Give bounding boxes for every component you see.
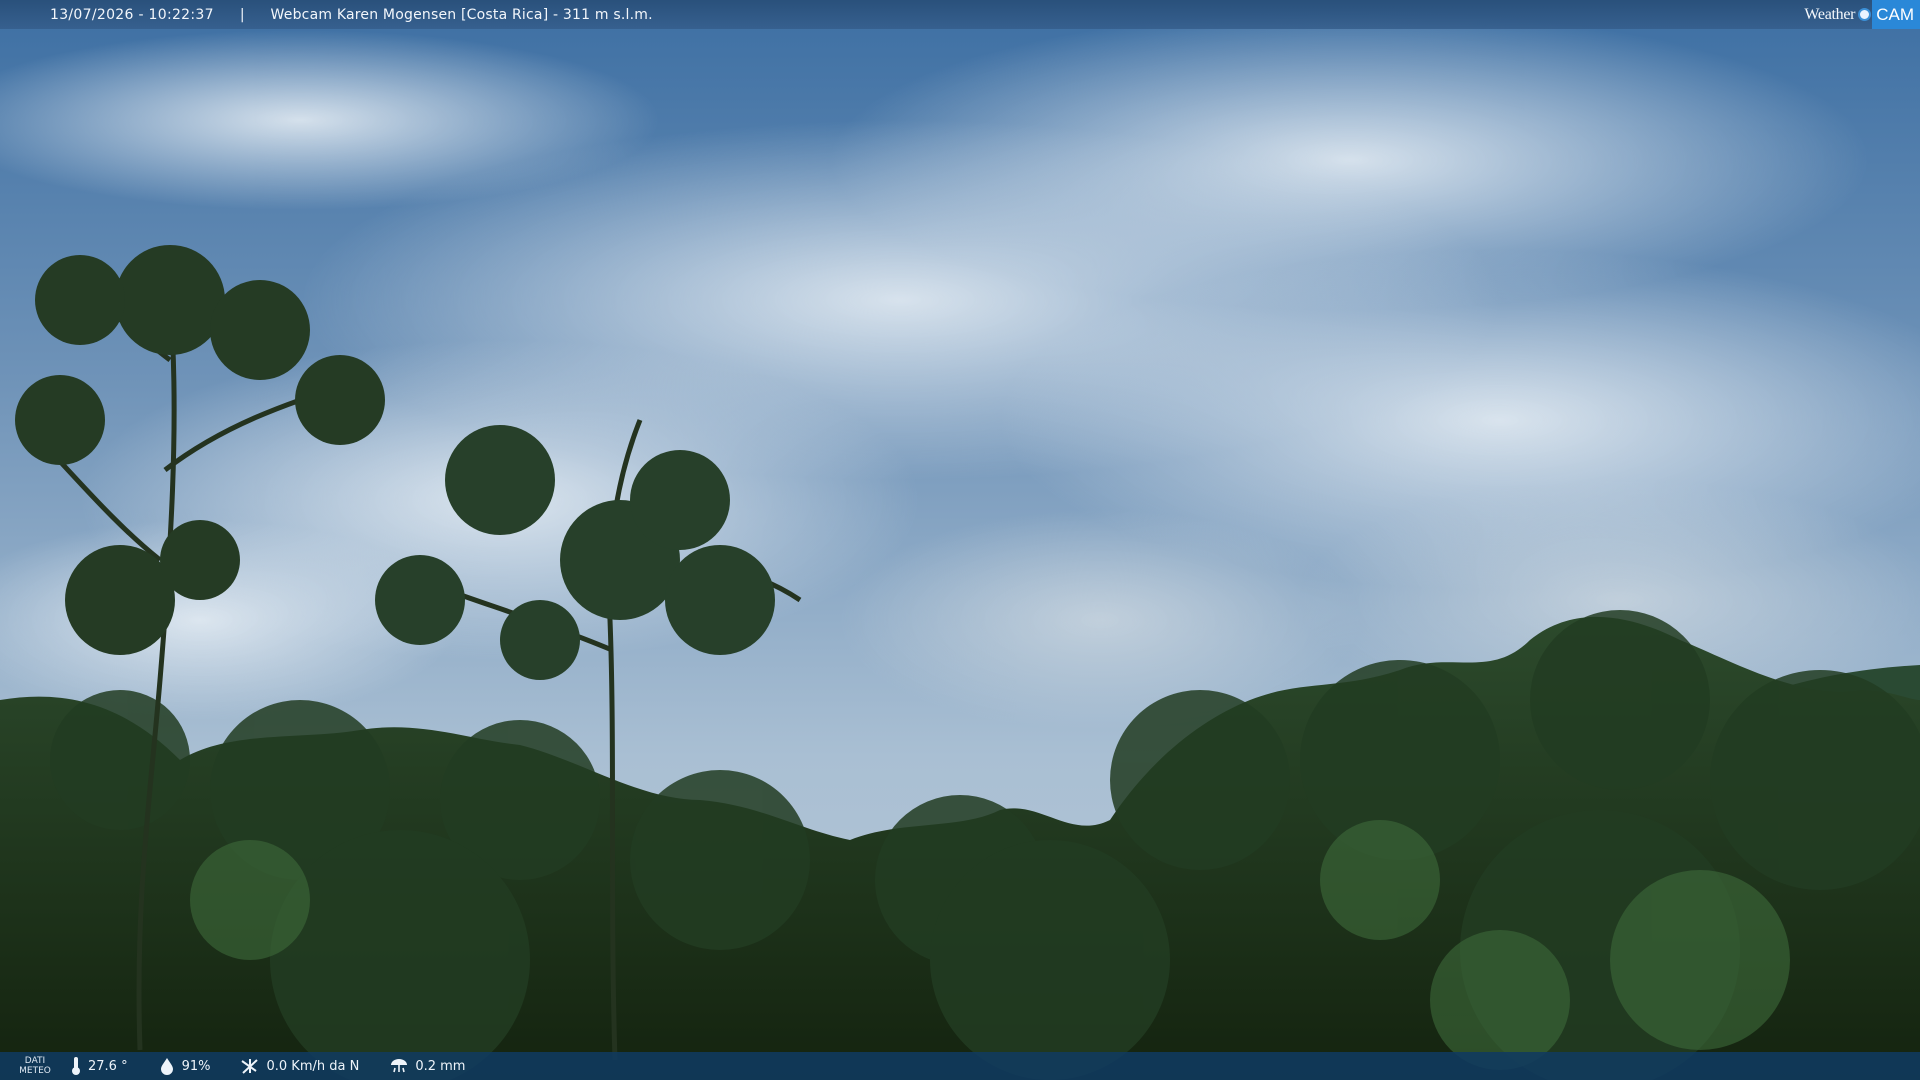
dati-label-line2: METEO	[19, 1066, 51, 1076]
humidity-drop-icon	[160, 1058, 173, 1075]
temperature-metric: 27.6 °	[70, 1056, 128, 1076]
datetime: 13/07/2026 - 10:22:37	[50, 6, 214, 23]
logo-dot-icon	[1858, 8, 1872, 21]
rain-metric: 0.2 mm	[389, 1057, 465, 1075]
rain-value: 0.2 mm	[415, 1058, 466, 1074]
wind-value: 0.0 Km/h da N	[266, 1058, 360, 1074]
dati-meteo-label: DATI METEO	[0, 1056, 70, 1076]
webcam-title: Webcam Karen Mogensen [Costa Rica] - 311…	[270, 6, 653, 23]
wind-metric: 0.0 Km/h da N	[240, 1057, 359, 1075]
thermometer-icon	[72, 1057, 80, 1075]
header-bar: 13/07/2026 - 10:22:37 | Webcam Karen Mog…	[0, 0, 1920, 29]
logo-word: Weather	[1804, 5, 1856, 23]
header-separator: |	[239, 6, 245, 23]
humidity-value: 91%	[181, 1058, 211, 1074]
webcam-image	[0, 0, 1920, 1080]
wind-icon	[241, 1059, 259, 1074]
temperature-value: 27.6 °	[88, 1058, 128, 1074]
logo-cam: CAM	[1872, 0, 1920, 29]
weathercam-logo: Weather CAM	[1804, 0, 1920, 29]
humidity-metric: 91%	[158, 1057, 211, 1075]
rain-icon	[391, 1059, 408, 1073]
dati-label-line1: DATI	[24, 1056, 46, 1066]
weather-data-bar: DATI METEO 27.6 ° 91% 0.0 Km/h da N 0.2 …	[0, 1052, 1920, 1080]
